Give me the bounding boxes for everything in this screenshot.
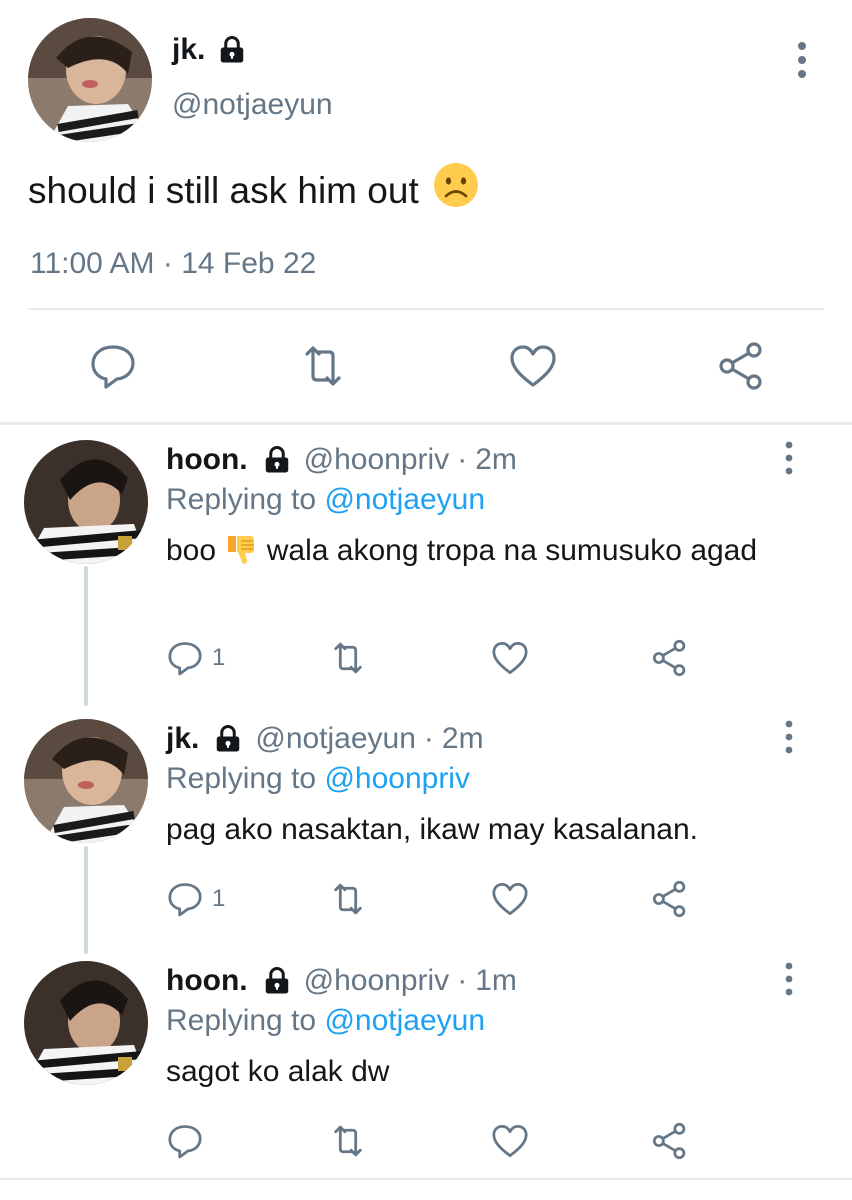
like-icon[interactable] — [508, 340, 558, 392]
like-icon[interactable] — [490, 879, 530, 919]
retweet-icon[interactable] — [328, 1121, 368, 1161]
lock-icon — [221, 36, 244, 63]
retweet-icon[interactable] — [328, 638, 368, 678]
reply-count: 1 — [212, 885, 226, 912]
avatar-photo — [24, 440, 148, 564]
like-action[interactable] — [490, 1119, 530, 1163]
replying-to: Replying to @hoonpriv — [166, 759, 470, 799]
retweet-action[interactable] — [328, 1119, 368, 1163]
reply-text: boo wala akong tropa na sumusuko agad — [166, 532, 786, 570]
avatar[interactable] — [24, 719, 148, 843]
more-vertical-icon[interactable] — [780, 961, 798, 997]
retweet-action[interactable] — [328, 877, 368, 921]
share-action[interactable] — [652, 1119, 690, 1163]
like-icon[interactable] — [490, 638, 530, 678]
handle[interactable]: @notjaeyun — [172, 88, 333, 122]
frowning-face-emoji — [433, 162, 479, 220]
replying-to-label: Replying to — [166, 483, 317, 516]
retweet-icon[interactable] — [328, 879, 368, 919]
tweet-timestamp[interactable]: 11:00 AM · 14 Feb 22 — [30, 246, 316, 282]
reply-time[interactable]: 2m — [442, 719, 484, 759]
reply-text-end: wala akong tropa na sumusuko agad — [258, 534, 758, 567]
replying-to-label: Replying to — [166, 1004, 317, 1037]
main-tweet: jk. @notjaeyun should i still ask him ou… — [0, 0, 852, 425]
handle[interactable]: @notjaeyun — [255, 719, 416, 759]
more-vertical-icon[interactable] — [790, 40, 814, 80]
reply-count: 1 — [212, 644, 226, 671]
share-icon[interactable] — [718, 340, 768, 392]
tweet-time[interactable]: 11:00 AM — [30, 247, 155, 280]
share-icon[interactable] — [652, 879, 690, 919]
handle[interactable]: @hoonpriv — [304, 440, 450, 480]
reply-text-start: boo — [166, 534, 225, 567]
replying-to-mention[interactable]: @notjaeyun — [324, 1004, 485, 1037]
more-vertical-icon[interactable] — [780, 719, 798, 755]
meta-separator: · — [423, 722, 434, 755]
reply-time[interactable]: 1m — [475, 961, 517, 1001]
action-bar: 1 — [0, 636, 852, 680]
lock-icon — [265, 446, 288, 473]
reply-tweet[interactable]: hoon. @hoonpriv · 1m Replying to @notjae… — [0, 961, 852, 1171]
reply-header: hoon. @hoonpriv · 2m — [166, 440, 517, 480]
tweet-date[interactable]: 14 Feb 22 — [181, 247, 316, 280]
tweet-text: should i still ask him out — [28, 162, 479, 220]
divider — [0, 1178, 852, 1180]
replying-to: Replying to @notjaeyun — [166, 1001, 485, 1041]
reply-tweet[interactable]: jk. @notjaeyun · 2m Replying to @hoonpri… — [0, 719, 852, 949]
replying-to-mention[interactable]: @hoonpriv — [324, 762, 470, 795]
avatar[interactable] — [24, 440, 148, 564]
reply-action[interactable]: 1 — [166, 877, 225, 921]
reply-text: pag ako nasaktan, ikaw may kasalanan. — [166, 813, 698, 846]
reply-icon[interactable] — [88, 340, 138, 392]
retweet-icon[interactable] — [298, 340, 348, 392]
more-vertical-icon[interactable] — [780, 440, 798, 476]
display-name[interactable]: jk. — [172, 33, 247, 67]
reply-action[interactable]: 1 — [166, 636, 225, 680]
display-name[interactable]: hoon. — [166, 961, 248, 1001]
like-action[interactable] — [490, 636, 530, 680]
meta-separator: · — [457, 964, 468, 997]
reply-action[interactable] — [166, 1119, 212, 1163]
lock-icon — [217, 725, 240, 752]
retweet-action[interactable] — [328, 636, 368, 680]
reply-time[interactable]: 2m — [475, 440, 517, 480]
meta-separator: · — [457, 443, 468, 476]
display-name-text[interactable]: jk. — [172, 33, 205, 67]
like-action[interactable] — [490, 877, 530, 921]
meta-separator: · — [162, 247, 173, 280]
action-bar — [0, 1119, 852, 1163]
divider — [28, 308, 824, 310]
reply-header: jk. @notjaeyun · 2m — [166, 719, 484, 759]
reply-tweet[interactable]: hoon. @hoonpriv · 2m Replying to @notjae… — [0, 440, 852, 690]
reply-text: sagot ko alak dw — [166, 1055, 390, 1088]
tweet-text-content: should i still ask him out — [28, 170, 419, 211]
reply-header: hoon. @hoonpriv · 1m — [166, 961, 517, 1001]
reply-icon[interactable] — [166, 638, 204, 678]
reply-icon[interactable] — [166, 879, 204, 919]
avatar[interactable] — [28, 18, 152, 142]
avatar-photo — [24, 719, 148, 843]
share-action[interactable] — [652, 636, 690, 680]
share-icon[interactable] — [652, 1121, 690, 1161]
replying-to-mention[interactable]: @notjaeyun — [324, 483, 485, 516]
lock-icon — [265, 967, 288, 994]
avatar-photo — [28, 18, 152, 142]
action-bar: 1 — [0, 877, 852, 921]
display-name[interactable]: jk. — [166, 719, 199, 759]
share-icon[interactable] — [652, 638, 690, 678]
handle[interactable]: @hoonpriv — [304, 961, 450, 1001]
share-action[interactable] — [652, 877, 690, 921]
avatar[interactable] — [24, 961, 148, 1085]
reply-icon[interactable] — [166, 1121, 204, 1161]
action-bar — [0, 340, 852, 396]
replying-to-label: Replying to — [166, 762, 317, 795]
like-icon[interactable] — [490, 1121, 530, 1161]
replying-to: Replying to @notjaeyun — [166, 480, 485, 520]
avatar-photo — [24, 961, 148, 1085]
section-divider — [0, 422, 852, 425]
display-name[interactable]: hoon. — [166, 440, 248, 480]
thumbs-down-emoji — [224, 534, 258, 567]
tweet-thread: jk. @notjaeyun should i still ask him ou… — [0, 0, 852, 1200]
